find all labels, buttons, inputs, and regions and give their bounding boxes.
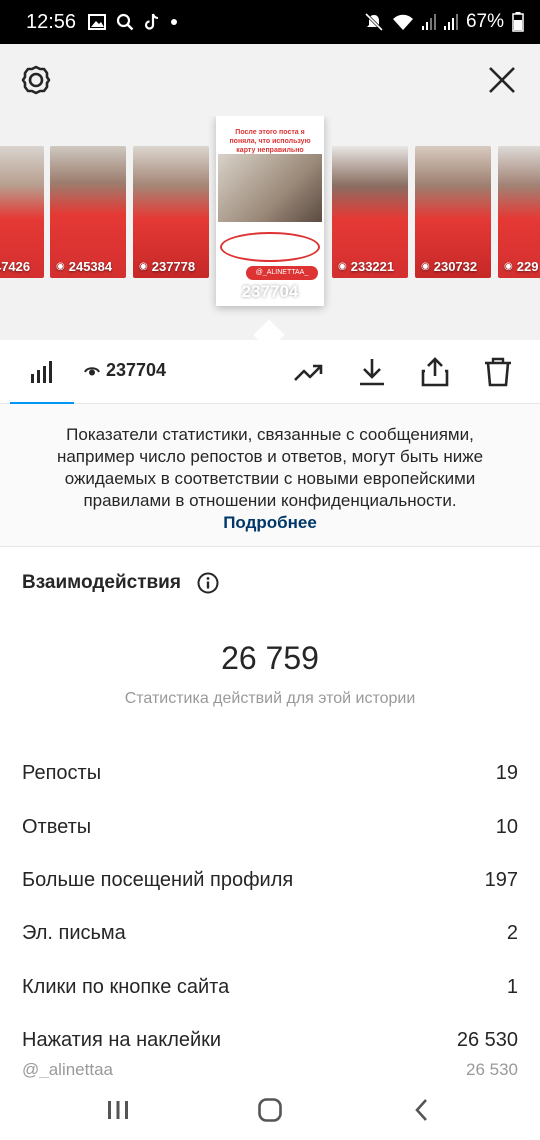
viewers-count-value: 237704: [106, 360, 167, 380]
recent-apps-icon[interactable]: [104, 1096, 132, 1124]
story-views: ◉ 237778: [139, 259, 195, 274]
selected-story-views: 237704: [241, 282, 299, 301]
search-icon: [116, 13, 134, 31]
story-views-count: 247426: [0, 259, 31, 274]
viewers-count[interactable]: 237704: [84, 360, 166, 381]
story-views-count: 245384: [68, 259, 113, 274]
stat-value: 10: [495, 815, 518, 838]
share-icon[interactable]: [419, 356, 451, 388]
stat-row: Репосты 19: [22, 747, 518, 800]
story-views-count: 230732: [433, 259, 478, 274]
dot-icon: [171, 19, 178, 25]
eye-icon: ◉: [56, 261, 65, 272]
stat-label: Клики по кнопке сайта: [22, 975, 230, 998]
stories-carousel[interactable]: ◉247426 ◉245384 ◉237778 После этого пост…: [0, 116, 540, 340]
sticker-taps-subrow: @_alinettaa 26 530: [22, 1060, 518, 1080]
insights-toolbar: 237704: [0, 340, 540, 404]
stat-label: Больше посещений профиля: [22, 868, 294, 891]
story-caption: После этого поста я поняла, что использу…: [229, 129, 311, 155]
sticker-mention-label: @_alinettaa: [22, 1060, 113, 1079]
privacy-notice-text: Показатели статистики, связанные с сообщ…: [56, 425, 484, 510]
stat-value: 197: [484, 868, 518, 891]
selected-story-thumbnail[interactable]: После этого поста я поняла, что использу…: [216, 116, 324, 306]
wifi-icon: [392, 14, 413, 30]
stat-value: 26 530: [456, 1029, 518, 1052]
interactions-section-title: Взаимодействия: [22, 572, 219, 594]
battery-icon: [512, 12, 524, 32]
story-views: ◉ 233221: [338, 259, 394, 274]
status-bar: 12:56 67%: [0, 0, 540, 44]
story-views: ◉ 230732: [421, 259, 477, 274]
eye-icon: ◉: [421, 261, 430, 272]
mute-icon: [364, 12, 384, 32]
trash-icon[interactable]: [482, 356, 514, 388]
stat-row: Больше посещений профиля 197: [22, 854, 518, 907]
tiktok-icon: [145, 13, 159, 30]
stat-label: Эл. письма: [22, 922, 126, 945]
story-thumbnail[interactable]: ◉ 245384: [50, 146, 126, 278]
story-thumbnail[interactable]: ◉ 237778: [133, 146, 209, 278]
selection-pointer: [253, 319, 285, 340]
stat-row: Эл. письма 2: [22, 907, 518, 960]
tab-insights[interactable]: [10, 340, 74, 404]
story-thumbnail[interactable]: ◉ 233221: [332, 146, 408, 278]
story-views-count: 233221: [350, 259, 395, 274]
eye-icon: [84, 366, 100, 375]
learn-more-link[interactable]: Подробнее: [30, 512, 510, 534]
story-insights-header: [0, 44, 540, 116]
battery-percent: 67%: [465, 11, 504, 32]
eye-icon: ◉: [139, 261, 148, 272]
story-views: ◉ 229: [504, 259, 538, 274]
signal-icon: [421, 14, 436, 30]
stat-label: Репосты: [22, 762, 102, 785]
story-thumbnail[interactable]: ◉ 229: [498, 146, 540, 278]
home-icon[interactable]: [256, 1096, 284, 1124]
stat-value: 19: [495, 762, 518, 785]
sticker-mention-value: 26 530: [466, 1060, 518, 1079]
privacy-notice: Показатели статистики, связанные с сообщ…: [0, 404, 540, 547]
gear-icon[interactable]: [20, 64, 52, 96]
interactions-list: Репосты 19 Ответы 10 Больше посещений проф…: [22, 747, 518, 1067]
section-heading: Взаимодействия: [22, 572, 181, 593]
close-icon[interactable]: [486, 64, 518, 96]
bar-chart-icon: [31, 361, 52, 383]
story-thumbnail[interactable]: ◉ 230732: [415, 146, 491, 278]
story-photo: [218, 154, 322, 222]
interactions-caption: Статистика действий для этой истории: [124, 690, 416, 707]
back-icon[interactable]: [408, 1096, 436, 1124]
eye-icon: ◉: [338, 261, 347, 272]
story-views-count: 229: [516, 259, 539, 274]
stat-row: Клики по кнопке сайта 1: [22, 961, 518, 1014]
info-icon[interactable]: [197, 572, 219, 594]
mention-sticker: @_ALINETTAA_: [246, 266, 318, 280]
stat-label: Нажатия на наклейки: [22, 1029, 222, 1052]
story-thumbnail[interactable]: ◉247426: [0, 146, 44, 278]
eye-icon: ◉: [504, 261, 513, 272]
system-nav-bar: [0, 1078, 540, 1140]
trending-icon[interactable]: [293, 356, 325, 388]
stat-label: Ответы: [22, 815, 92, 838]
signal-icon: [443, 14, 458, 30]
stat-value: 1: [506, 975, 518, 998]
story-views: ◉ 245384: [56, 259, 112, 274]
story-views: ◉247426: [0, 259, 30, 274]
highlight-oval: [220, 232, 320, 262]
stat-row: Ответы 10: [22, 800, 518, 853]
status-time: 12:56: [26, 10, 77, 33]
interactions-total: 26 759: [221, 640, 319, 676]
stat-value: 2: [506, 922, 518, 945]
download-icon[interactable]: [356, 356, 388, 388]
image-icon: [88, 14, 107, 30]
story-views-count: 237778: [151, 259, 196, 274]
